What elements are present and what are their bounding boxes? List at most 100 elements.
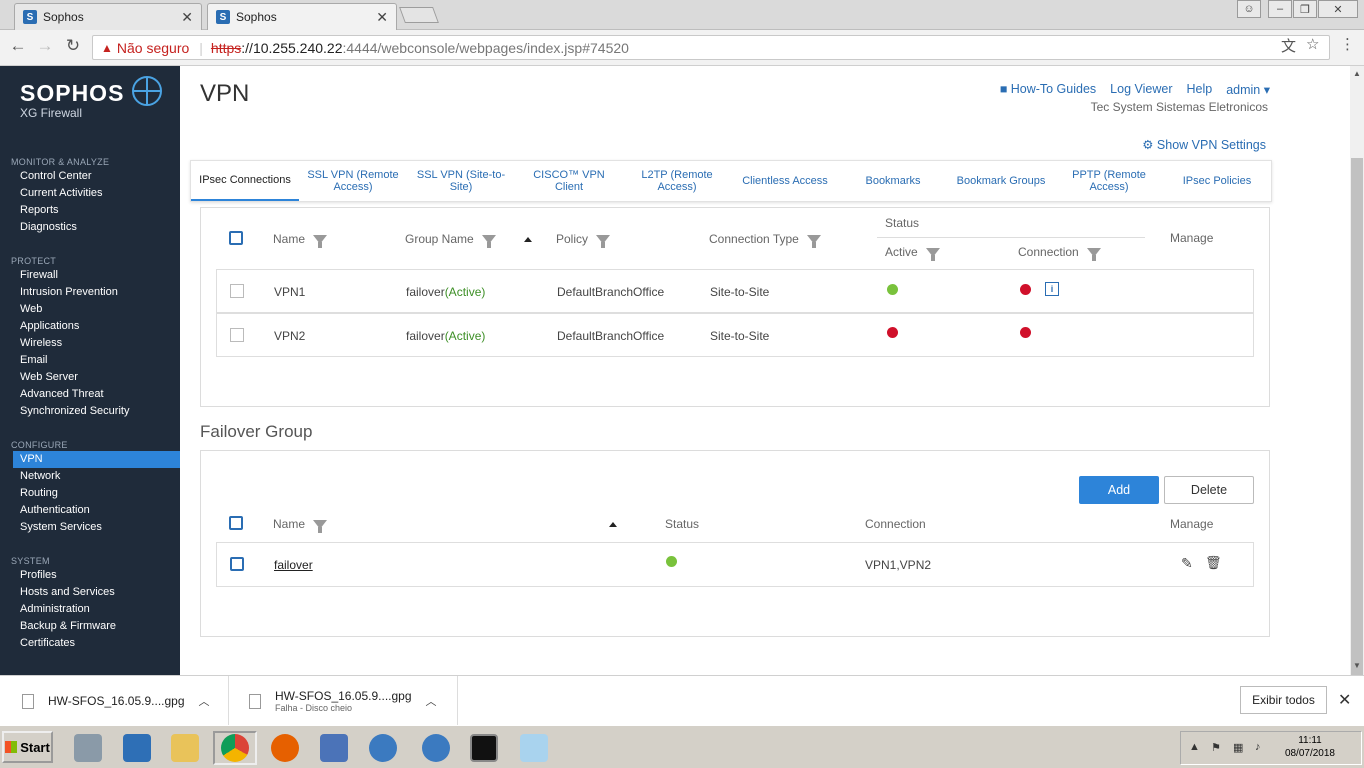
delete-button[interactable]: Delete bbox=[1164, 476, 1254, 504]
tab-ipsec-connections[interactable]: IPsec Connections bbox=[191, 161, 299, 201]
sidebar-item-intrusion-prevention[interactable]: Intrusion Prevention bbox=[20, 284, 118, 301]
sort-asc-icon[interactable] bbox=[609, 522, 617, 527]
explorer-icon[interactable] bbox=[163, 731, 207, 765]
url-field[interactable]: ▲ Não seguro | https ://10.255.240.22 :4… bbox=[92, 35, 1330, 60]
sidebar-item-applications[interactable]: Applications bbox=[20, 318, 79, 335]
select-all-checkbox[interactable] bbox=[229, 231, 243, 245]
connection-name[interactable]: VPN1 bbox=[274, 285, 305, 299]
failover-group-name-link[interactable]: failover bbox=[274, 558, 313, 572]
show-all-downloads-button[interactable]: Exibir todos bbox=[1240, 686, 1327, 714]
col-active[interactable]: Active bbox=[885, 245, 940, 262]
tab-bookmarks[interactable]: Bookmarks bbox=[839, 161, 947, 201]
sidebar-item-routing[interactable]: Routing bbox=[20, 485, 58, 502]
show-vpn-settings-link[interactable]: ⚙ Show VPN Settings bbox=[1142, 137, 1266, 152]
scroll-thumb[interactable] bbox=[1351, 158, 1363, 688]
table-row[interactable]: VPN1 failover(Active) DefaultBranchOffic… bbox=[216, 269, 1254, 313]
how-to-guides-link[interactable]: ■ How-To Guides bbox=[1000, 82, 1096, 97]
select-all-checkbox[interactable] bbox=[229, 516, 243, 530]
download-item[interactable]: HW-SFOS_16.05.9....gpg Falha - Disco che… bbox=[229, 676, 458, 726]
sidebar-item-reports[interactable]: Reports bbox=[20, 202, 59, 219]
filter-icon[interactable] bbox=[806, 235, 821, 249]
row-checkbox[interactable] bbox=[230, 328, 244, 342]
start-button[interactable]: Start bbox=[2, 731, 53, 763]
sidebar-item-current-activities[interactable]: Current Activities bbox=[20, 185, 103, 202]
server-manager-icon[interactable] bbox=[66, 731, 110, 765]
log-viewer-link[interactable]: Log Viewer bbox=[1110, 82, 1172, 97]
filter-icon[interactable] bbox=[313, 520, 328, 534]
connection-name[interactable]: VPN2 bbox=[274, 329, 305, 343]
clock[interactable]: 11:11 08/07/2018 bbox=[1285, 734, 1335, 760]
sidebar-item-web-server[interactable]: Web Server bbox=[20, 369, 78, 386]
info-icon[interactable]: i bbox=[1045, 282, 1059, 296]
tab-ipsec-policies[interactable]: IPsec Policies bbox=[1163, 161, 1271, 201]
active-status-icon[interactable] bbox=[887, 284, 898, 295]
chevron-up-icon[interactable]: ︿ bbox=[426, 693, 437, 709]
tray-expand-icon[interactable]: ▲ bbox=[1189, 741, 1203, 755]
tab-l2tp[interactable]: L2TP (Remote Access) bbox=[623, 161, 731, 201]
reload-icon[interactable]: ↻ bbox=[61, 36, 85, 56]
back-icon[interactable]: ← bbox=[6, 36, 30, 56]
filter-icon[interactable] bbox=[481, 235, 496, 249]
tab-cisco-vpn-client[interactable]: CISCO™ VPN Client bbox=[515, 161, 623, 201]
filter-icon[interactable] bbox=[313, 235, 328, 249]
close-icon[interactable]: ✕ bbox=[181, 9, 193, 26]
sidebar-item-wireless[interactable]: Wireless bbox=[20, 335, 62, 352]
download-item[interactable]: HW-SFOS_16.05.9....gpg ︿ bbox=[0, 676, 229, 726]
col-policy[interactable]: Policy bbox=[556, 232, 611, 249]
page-scrollbar[interactable]: ▲ ▼ bbox=[1350, 66, 1364, 688]
app-globe-icon-2[interactable] bbox=[414, 731, 458, 765]
sidebar-item-authentication[interactable]: Authentication bbox=[20, 502, 90, 519]
sidebar-item-diagnostics[interactable]: Diagnostics bbox=[20, 219, 77, 236]
scroll-up-icon[interactable]: ▲ bbox=[1353, 69, 1361, 78]
help-link[interactable]: Help bbox=[1186, 82, 1212, 97]
forward-icon[interactable]: → bbox=[33, 36, 57, 56]
sidebar-item-firewall[interactable]: Firewall bbox=[20, 267, 58, 284]
edit-pencil-icon[interactable]: ✎ bbox=[1181, 555, 1193, 572]
sidebar-item-backup-firmware[interactable]: Backup & Firmware bbox=[20, 618, 116, 635]
tab-pptp[interactable]: PPTP (Remote Access) bbox=[1055, 161, 1163, 201]
powershell-icon[interactable] bbox=[115, 731, 159, 765]
sidebar-item-network[interactable]: Network bbox=[20, 468, 60, 485]
row-checkbox[interactable] bbox=[230, 284, 244, 298]
chrome-icon[interactable] bbox=[213, 731, 257, 765]
col-connection[interactable]: Connection bbox=[1018, 245, 1101, 262]
tab-clientless-access[interactable]: Clientless Access bbox=[731, 161, 839, 201]
sidebar-item-administration[interactable]: Administration bbox=[20, 601, 90, 618]
table-row[interactable]: VPN2 failover(Active) DefaultBranchOffic… bbox=[216, 313, 1254, 357]
firefox-icon[interactable] bbox=[263, 731, 307, 765]
sidebar-item-certificates[interactable]: Certificates bbox=[20, 635, 75, 652]
sidebar-item-control-center[interactable]: Control Center bbox=[20, 168, 92, 185]
notepad-icon[interactable] bbox=[512, 731, 556, 765]
col-connection-type[interactable]: Connection Type bbox=[709, 232, 821, 249]
add-button[interactable]: Add bbox=[1079, 476, 1159, 504]
minimize-button[interactable]: – bbox=[1268, 0, 1292, 18]
volume-icon[interactable]: ♪ bbox=[1255, 741, 1269, 755]
sidebar-item-web[interactable]: Web bbox=[20, 301, 42, 318]
translate-icon[interactable]: 文 bbox=[1281, 35, 1296, 56]
window-close-button[interactable]: ✕ bbox=[1318, 0, 1358, 18]
tab-ssl-vpn-remote[interactable]: SSL VPN (Remote Access) bbox=[299, 161, 407, 201]
filter-icon[interactable] bbox=[1086, 248, 1101, 262]
network-icon[interactable]: ▦ bbox=[1233, 741, 1247, 755]
sidebar-item-hosts-and-services[interactable]: Hosts and Services bbox=[20, 584, 115, 601]
connection-status-icon[interactable] bbox=[1020, 284, 1031, 295]
filter-icon[interactable] bbox=[925, 248, 940, 262]
table-row[interactable]: failover VPN1,VPN2 ✎ 🗑 bbox=[216, 542, 1254, 587]
browser-tab-1[interactable]: S Sophos ✕ bbox=[14, 3, 202, 30]
new-tab-button[interactable] bbox=[399, 7, 439, 23]
sidebar-item-profiles[interactable]: Profiles bbox=[20, 567, 57, 584]
close-icon[interactable]: ✕ bbox=[1338, 690, 1351, 710]
network-tool-icon[interactable] bbox=[312, 731, 356, 765]
col-name[interactable]: Name bbox=[273, 232, 328, 249]
row-checkbox[interactable] bbox=[230, 557, 244, 571]
flag-icon[interactable]: ⚑ bbox=[1211, 741, 1225, 755]
sort-asc-icon[interactable] bbox=[524, 237, 532, 242]
sidebar-item-system-services[interactable]: System Services bbox=[20, 519, 102, 536]
sidebar-item-synchronized-security[interactable]: Synchronized Security bbox=[20, 403, 129, 420]
trash-icon[interactable]: 🗑 bbox=[1205, 555, 1222, 571]
filter-icon[interactable] bbox=[596, 235, 611, 249]
col-name[interactable]: Name bbox=[273, 517, 328, 534]
browser-tab-2[interactable]: S Sophos ✕ bbox=[207, 3, 397, 30]
bookmark-star-icon[interactable]: ☆ bbox=[1306, 35, 1319, 53]
chevron-up-icon[interactable]: ︿ bbox=[199, 693, 210, 709]
